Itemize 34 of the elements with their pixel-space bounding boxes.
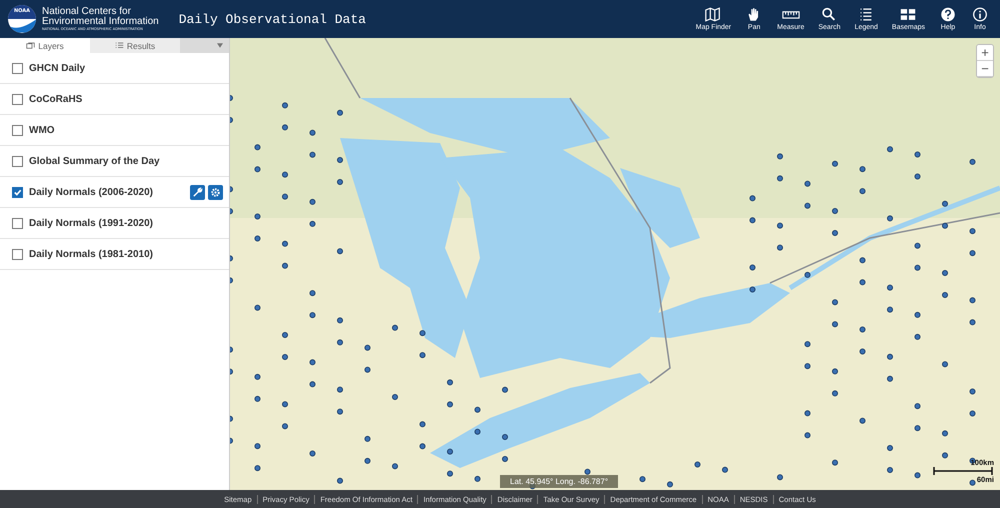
layer-label: Daily Normals (2006-2020) <box>29 186 154 198</box>
panel-tab[interactable]: Layers <box>0 38 90 53</box>
layer-checkbox[interactable] <box>12 62 23 74</box>
layer-label: Daily Normals (1981-2010) <box>29 248 154 260</box>
panel-tab[interactable]: Results <box>90 38 180 53</box>
scale-bar-icon <box>932 467 994 475</box>
help-icon <box>939 7 957 22</box>
layer-checkbox[interactable] <box>12 94 23 104</box>
settings-icon <box>210 186 221 198</box>
layer-checkbox[interactable] <box>12 248 23 260</box>
layers-icon <box>26 42 36 50</box>
zoom-in-button[interactable]: + <box>977 45 993 61</box>
map-icon <box>704 7 722 22</box>
layer-checkbox[interactable] <box>12 186 23 198</box>
grid-icon <box>899 7 918 22</box>
layer-label: WMO <box>29 124 56 136</box>
layer-checkbox[interactable] <box>12 156 23 166</box>
app-title: Daily Observational Data <box>178 12 366 26</box>
layer-label: CoCoRaHS <box>29 94 84 104</box>
layer-checkbox[interactable] <box>12 124 23 136</box>
org-name: Environmental Information <box>42 16 159 27</box>
zoom-out-button[interactable]: − <box>977 61 993 77</box>
layer-label: Daily Normals (1991-2020) <box>29 218 154 228</box>
caret-icon[interactable] <box>217 43 223 48</box>
wrench-icon <box>192 186 203 198</box>
layer-checkbox[interactable] <box>12 218 23 228</box>
layer-label: GHCN Daily <box>29 62 86 74</box>
org-name: National Centers for <box>42 6 131 17</box>
coordinates-readout: Lat. 45.945° Long. -86.787° <box>500 475 618 488</box>
info-icon <box>971 7 989 22</box>
settings-button[interactable] <box>208 184 223 200</box>
list-icon <box>114 42 124 50</box>
layer-label: Global Summary of the Day <box>29 156 161 166</box>
wrench-button[interactable] <box>190 184 205 200</box>
